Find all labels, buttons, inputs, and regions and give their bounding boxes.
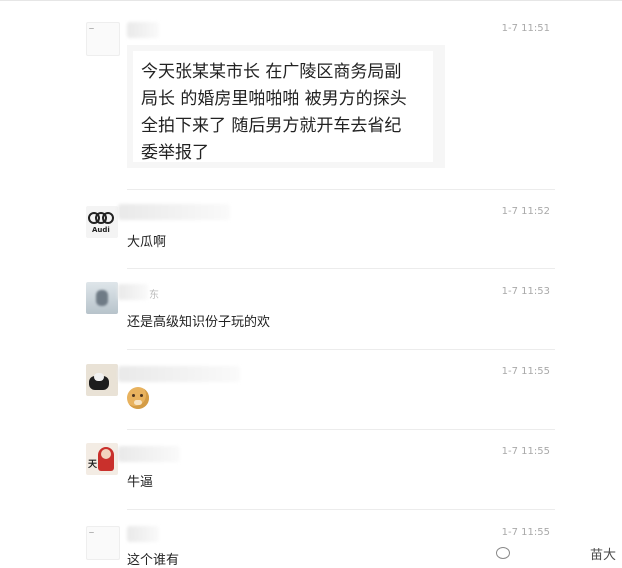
sender-name-blurred xyxy=(118,366,240,382)
sender-name-fragment: 东 xyxy=(149,290,159,301)
avatar[interactable]: 天 xyxy=(86,443,118,475)
sender-name-blurred xyxy=(118,204,230,220)
message-text: 今天张某某市长 在广陵区商务局副 局长 的婚房里啪啪啪 被男方的探头 全拍下来了… xyxy=(133,51,433,163)
audi-rings-icon xyxy=(88,212,116,224)
divider xyxy=(127,429,555,430)
avatar-text: 一 xyxy=(89,27,95,33)
message-text: 大瓜啊 xyxy=(127,235,167,250)
avatar[interactable]: Audi xyxy=(86,206,118,238)
avatar[interactable]: 一 xyxy=(86,526,120,560)
divider xyxy=(127,349,555,350)
message-timestamp: 1-7 11:52 xyxy=(501,206,550,217)
avatar-text: Audi xyxy=(92,226,110,234)
avatar-text: 天 xyxy=(88,460,98,470)
sender-name-blurred xyxy=(127,526,159,542)
message-bubble: 今天张某某市长 在广陵区商务局副 局长 的婚房里啪啪啪 被男方的探头 全拍下来了… xyxy=(127,45,445,168)
avatar-text: 一 xyxy=(89,531,95,537)
divider xyxy=(127,509,555,510)
divider xyxy=(127,189,555,190)
watermark-logo-icon xyxy=(496,547,510,559)
sender-name-blurred xyxy=(118,446,180,462)
message-text: 还是高级知识份子玩的欢 xyxy=(127,315,271,330)
avatar[interactable] xyxy=(86,364,118,396)
message-text: 牛逼 xyxy=(127,475,154,490)
message-text: 这个谁有 xyxy=(127,553,180,568)
message-timestamp: 1-7 11:55 xyxy=(501,446,550,457)
sender-name-blurred xyxy=(118,284,148,300)
message-timestamp: 1-7 11:55 xyxy=(501,366,550,377)
sender-name-blurred xyxy=(127,22,159,38)
message-timestamp: 1-7 11:53 xyxy=(501,286,550,297)
doge-emoji-icon xyxy=(127,387,149,409)
message-timestamp: 1-7 11:55 xyxy=(501,527,550,538)
divider xyxy=(127,268,555,269)
avatar[interactable]: 一 xyxy=(86,22,120,56)
avatar[interactable] xyxy=(86,282,118,314)
top-border xyxy=(0,0,622,1)
message-timestamp: 1-7 11:51 xyxy=(501,23,550,34)
watermark: 苗大 xyxy=(589,548,616,563)
